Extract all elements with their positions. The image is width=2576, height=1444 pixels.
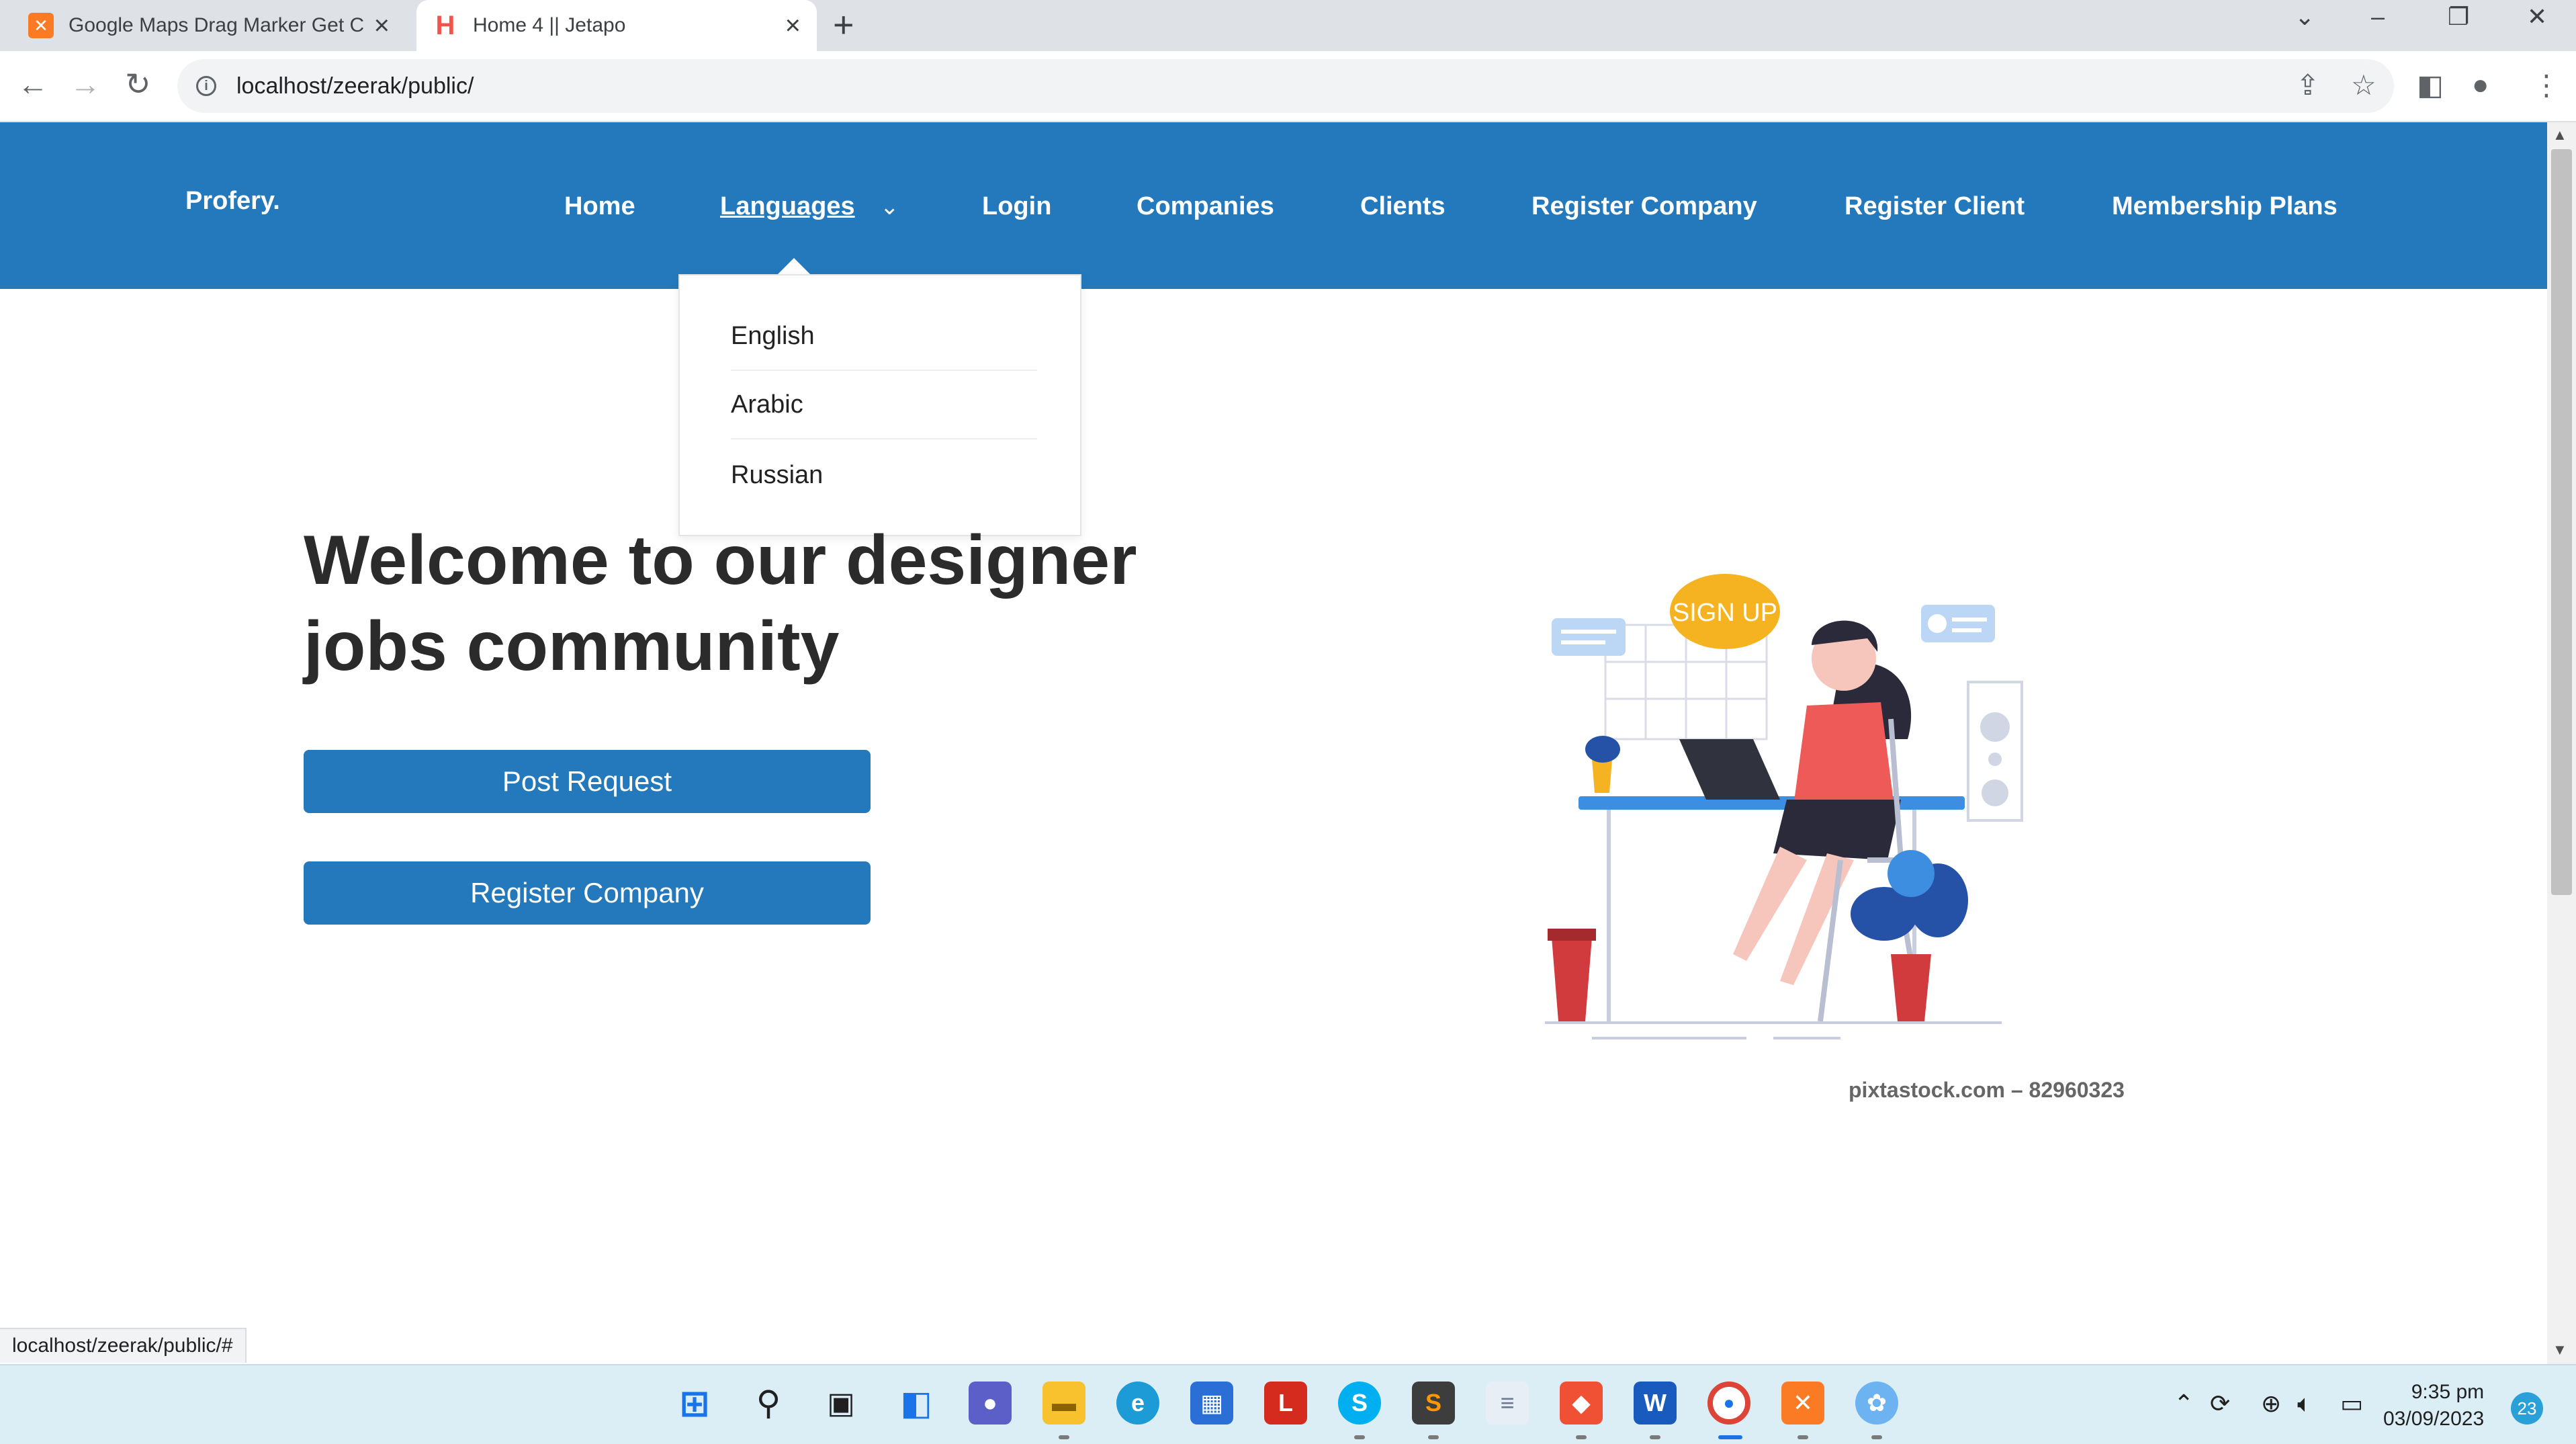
nav-clients[interactable]: Clients [1360,192,1446,221]
chat-card-left [1552,618,1626,656]
small-plant [1585,736,1620,793]
task-view-icon[interactable]: ▣ [819,1382,862,1425]
stock-watermark: pixtastock.com – 82960323 [1849,1078,2125,1102]
clock-time: 9:35 pm [2411,1381,2485,1403]
running-indicator [1354,1435,1365,1439]
signup-illustration: SIGN UP [1545,574,2023,1039]
close-icon[interactable]: × [785,11,801,40]
nav-languages[interactable]: Languages [720,192,855,221]
chevron-down-icon[interactable]: ⌄ [880,194,899,220]
tab-strip: ✕ Google Maps Drag Marker Get C × H Home… [0,0,2576,51]
speaker-icon [1967,681,2023,822]
edge-icon[interactable]: e [1116,1382,1159,1425]
start-icon[interactable]: ⊞ [673,1382,716,1425]
tab-title: Google Maps Drag Marker Get C [69,14,364,36]
running-indicator [1428,1435,1439,1439]
back-icon[interactable]: ← [17,66,48,102]
site-logo[interactable]: Profery. [185,187,280,216]
widgets-icon[interactable]: ◧ [895,1382,938,1425]
tray-overflow-chevron-icon[interactable]: ⌃ [2174,1390,2194,1418]
nav-register-company[interactable]: Register Company [1531,192,1757,221]
running-indicator [1059,1435,1069,1439]
notification-badge[interactable]: 23 [2511,1392,2543,1425]
laptop [1679,739,1780,800]
reload-icon[interactable]: ↻ [125,66,151,102]
menu-kebab-icon[interactable]: ⋮ [2532,69,2561,101]
hero-title: Welcome to our designer jobs community [304,517,1244,689]
nav-home[interactable]: Home [564,192,635,221]
scroll-down-icon[interactable]: ▼ [2552,1341,2567,1359]
volume-icon[interactable]: 🔈︎ [2297,1390,2312,1418]
running-indicator [1650,1435,1660,1439]
nav-register-client[interactable]: Register Client [1845,192,2025,221]
teams-chat-icon[interactable]: ● [969,1382,1012,1425]
language-option-arabic[interactable]: Arabic [731,371,1037,439]
file-explorer-icon[interactable]: ▬ [1042,1382,1085,1425]
running-indicator [1576,1435,1587,1439]
skype-icon[interactable]: S [1338,1382,1381,1425]
hero-title-line: Welcome to our designer [304,521,1137,599]
profile-card-right [1921,605,1995,642]
active-indicator [1718,1435,1742,1439]
paint-icon[interactable]: ✿ [1855,1382,1898,1425]
side-panel-icon[interactable]: ◧ [2417,69,2444,101]
running-indicator [1797,1435,1808,1439]
scroll-up-icon[interactable]: ▲ [2552,126,2567,144]
link-status-bubble: localhost/zeerak/public/# [0,1328,247,1363]
restore-icon[interactable]: ❐ [2448,3,2469,31]
running-indicator [1871,1435,1882,1439]
forward-icon[interactable]: → [70,66,101,102]
word-icon[interactable]: W [1634,1382,1677,1425]
hero-title-line: jobs community [304,607,840,685]
url-text: localhost/zeerak/public/ [236,73,474,99]
signup-bubble: SIGN UP [1670,574,1780,649]
notepad-icon[interactable]: ≡ [1486,1382,1529,1425]
windows-taskbar: ⊞ ⚲ ▣ ◧ ● ▬ e ▦ L S S ≡ ◆ W ● ✕ ✿ ⌃ ⟳ ⊕ … [0,1364,2576,1444]
register-company-button[interactable]: Register Company [304,861,871,925]
site-header: Profery. Home Languages ⌄ Login Companie… [0,122,2547,289]
tab-search-chevron-icon[interactable]: ⌄ [2295,3,2315,31]
system-clock[interactable]: 9:35 pm 03/09/2023 [2383,1379,2484,1433]
share-icon[interactable]: ⇪ [2296,69,2319,101]
language-option-english[interactable]: English [731,302,1037,371]
lastpass-icon[interactable]: L [1264,1382,1307,1425]
bookmark-star-icon[interactable]: ☆ [2351,69,2377,101]
jetapo-favicon-icon: H [435,10,455,40]
page-scrollbar[interactable]: ▲ ▼ [2547,122,2576,1364]
network-globe-icon[interactable]: ⊕ [2261,1390,2281,1418]
xampp-icon[interactable]: ✕ [1781,1382,1824,1425]
profile-avatar-icon[interactable]: ● [2472,69,2489,101]
microsoft-store-icon[interactable]: ▦ [1190,1382,1233,1425]
git-icon[interactable]: ◆ [1560,1382,1603,1425]
clock-date: 03/09/2023 [2383,1408,2485,1430]
signup-bubble-text: SIGN UP [1673,599,1777,627]
scroll-thumb[interactable] [2551,149,2572,895]
nav-membership-plans[interactable]: Membership Plans [2112,192,2338,221]
browser-toolbar: ← → ↻ i localhost/zeerak/public/ ⇪ ☆ ◧ ●… [0,51,2576,122]
post-request-button[interactable]: Post Request [304,750,871,813]
window-close-icon[interactable]: ✕ [2527,3,2547,31]
nav-companies[interactable]: Companies [1137,192,1274,221]
chrome-icon[interactable]: ● [1707,1382,1750,1425]
tab-google-maps[interactable]: ✕ Google Maps Drag Marker Get C × [12,0,406,51]
nav-login[interactable]: Login [982,192,1051,221]
sync-icon[interactable]: ⟳ [2210,1390,2230,1418]
dropdown-pointer [778,258,810,274]
sublime-text-icon[interactable]: S [1412,1382,1455,1425]
address-bar[interactable]: i localhost/zeerak/public/ [177,59,2394,113]
coffee-cup [1548,929,1596,1021]
tab-title: Home 4 || Jetapo [473,14,626,36]
battery-icon[interactable]: ▭ [2340,1390,2363,1418]
search-icon[interactable]: ⚲ [747,1382,790,1425]
close-icon[interactable]: × [374,11,390,40]
languages-dropdown: English Arabic Russian [678,274,1081,536]
minimize-icon[interactable]: – [2371,3,2385,31]
tab-home-jetapo[interactable]: H Home 4 || Jetapo × [416,0,817,51]
new-tab-icon[interactable]: + [833,4,854,46]
xampp-favicon-icon: ✕ [28,13,54,38]
language-option-russian[interactable]: Russian [731,441,1037,509]
site-info-icon[interactable]: i [196,76,216,96]
